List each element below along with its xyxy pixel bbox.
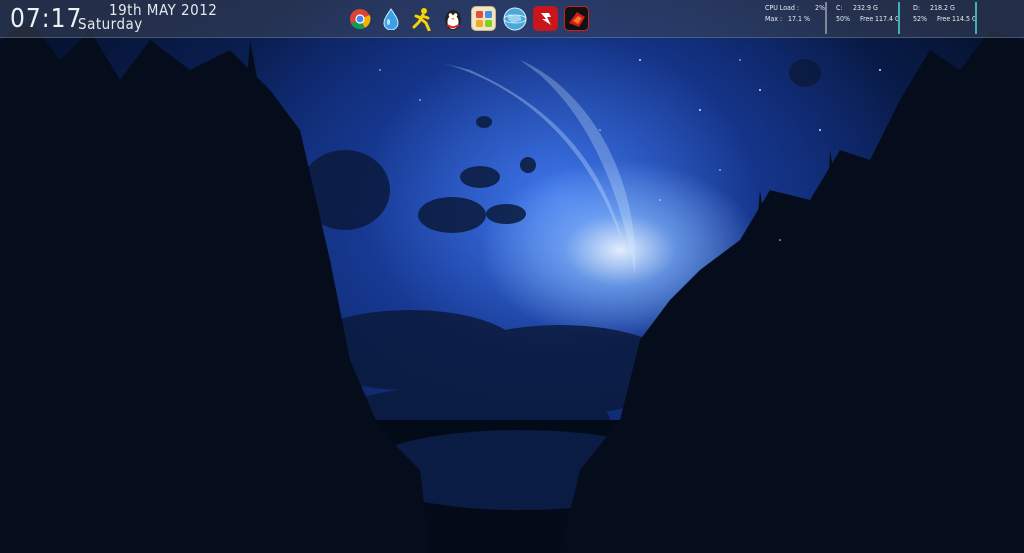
drive-d-total: 218.2 G: [930, 4, 955, 12]
divider: [825, 2, 827, 34]
drive-d-used-pct: 52%: [913, 15, 927, 23]
drive-d-label: D:: [913, 4, 920, 12]
cpu-max-label: Max :: [765, 15, 783, 23]
globe-icon[interactable]: [502, 6, 527, 31]
photo-gallery-icon[interactable]: [471, 6, 496, 31]
drive-d-usage-bar: [975, 2, 977, 34]
drive-c-label: C:: [836, 4, 843, 12]
drive-c-monitor: C: 232.9 G 50% Free 117.4 G: [836, 3, 900, 25]
red-app-icon[interactable]: [533, 6, 558, 31]
cpu-monitor: CPU Load : 2% Max : 17.1 %: [765, 3, 825, 25]
drive-c-total: 232.9 G: [853, 4, 878, 12]
night-forest-scene: [0, 20, 1024, 553]
cpu-load-value: 2%: [815, 4, 825, 12]
app-dock: [347, 6, 589, 32]
cpu-load-label: CPU Load :: [765, 4, 800, 12]
drive-c-usage-bar: [898, 2, 900, 34]
drive-c-used-pct: 50%: [836, 15, 850, 23]
drive-d-free-label: Free: [937, 15, 951, 23]
clock-time: 07:17: [10, 4, 83, 34]
drive-d-monitor: D: 218.2 G 52% Free 114.5 G: [913, 3, 977, 25]
clock-weekday: Saturday: [78, 15, 143, 33]
water-drop-icon[interactable]: [378, 6, 403, 31]
aim-runner-icon[interactable]: [409, 6, 434, 31]
red-black-app-icon[interactable]: [564, 6, 589, 31]
drive-c-free-value: 117.4 G: [875, 15, 900, 23]
desktop-wallpaper: [0, 0, 1024, 553]
penguin-icon[interactable]: [440, 6, 465, 31]
cpu-max-value: 17.1 %: [788, 15, 811, 23]
chrome-icon[interactable]: [347, 6, 372, 31]
drive-c-free-label: Free: [860, 15, 874, 23]
top-bar: 07:17 19th MAY 2012 Saturday CPU Load: …: [0, 0, 1024, 38]
drive-d-free-value: 114.5 G: [952, 15, 977, 23]
